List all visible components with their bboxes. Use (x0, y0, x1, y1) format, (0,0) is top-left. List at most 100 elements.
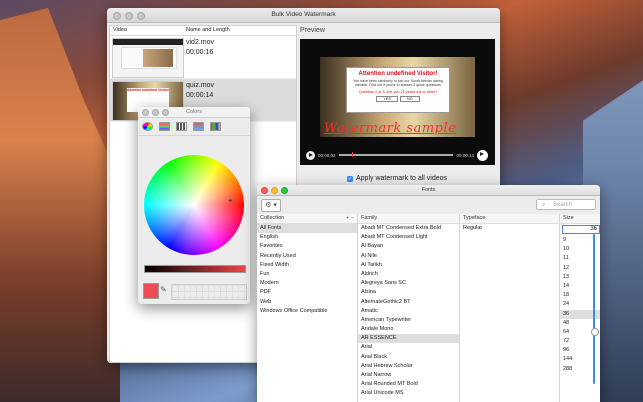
eyedropper-icon[interactable]: ✎ (160, 285, 167, 294)
font-family-item[interactable]: Arial Unicode MS (358, 389, 459, 398)
fonts-toolbar: ⚙ ▾ Search (257, 196, 600, 216)
font-search-input[interactable]: Search (536, 199, 596, 211)
color-wheel-icon[interactable] (142, 122, 153, 131)
selected-color-well[interactable] (143, 283, 159, 299)
collection-item[interactable]: Recently Used (257, 252, 357, 261)
video-row[interactable]: vid2.mov 00:00:16 (110, 36, 296, 79)
zoom-button[interactable] (137, 12, 145, 20)
video-name: quiz.mov (186, 82, 215, 89)
font-family-item[interactable]: AlternateGothic2 BT (358, 298, 459, 307)
time-current: 00:00:02 (318, 152, 336, 158)
font-family-item[interactable]: Arial Black (358, 353, 459, 362)
close-button[interactable] (142, 109, 149, 116)
apply-all-checkbox[interactable]: ✓ Apply watermark to all videos (347, 175, 447, 182)
colors-panel: Colors ⌖ ✎ (138, 107, 250, 304)
window-title: Bulk Video Watermark (271, 11, 336, 18)
watermark-text[interactable]: Watermark sample (324, 121, 456, 136)
font-family-item[interactable]: Andale Mono (358, 325, 459, 334)
font-size-slider[interactable] (591, 234, 599, 384)
dialog-heading: Attention undefined Visitor! (358, 71, 438, 77)
font-family-item[interactable]: Arial Narrow (358, 371, 459, 380)
window-controls (113, 12, 145, 20)
font-family-item[interactable]: AR ESSENCE (358, 334, 459, 344)
close-button[interactable] (113, 12, 121, 20)
video-name: vid2.mov (186, 39, 215, 46)
family-header: Family (358, 214, 459, 224)
checkmark-icon[interactable]: ✓ (347, 175, 353, 182)
collection-item[interactable]: Fixed Width (257, 261, 357, 270)
font-family-item[interactable]: American Typewriter (358, 316, 459, 325)
image-palettes-icon[interactable] (193, 122, 204, 131)
font-family-item[interactable]: Arial Rounded MT Bold (358, 380, 459, 389)
desktop-mountain (0, 8, 120, 402)
collection-item[interactable]: Modern (257, 279, 357, 288)
video-duration: 00:00:14 (186, 92, 214, 99)
fonts-title: Fonts (421, 187, 436, 193)
collection-item[interactable]: Windows Office Compatible (257, 307, 357, 316)
zoom-button[interactable] (162, 109, 169, 116)
preview-label: Preview (300, 27, 325, 34)
color-palettes-icon[interactable] (176, 122, 187, 131)
font-family-item[interactable]: Abadi MT Condensed Extra Bold (358, 224, 459, 233)
slider-knob[interactable] (591, 328, 599, 336)
collection-item[interactable]: Fun (257, 270, 357, 279)
fonts-titlebar: Fonts (257, 185, 600, 196)
font-family-item[interactable]: Alsina (358, 288, 459, 297)
video-preview[interactable]: Attention undefined Visitor! You have be… (300, 39, 495, 165)
font-family-item[interactable]: Arial Hebrew Scholar (358, 362, 459, 371)
fullscreen-icon[interactable] (477, 149, 488, 161)
typeface-column[interactable]: Typeface Regular (460, 214, 560, 402)
collection-column[interactable]: Collection + − All Fonts English Favorites… (257, 214, 358, 402)
size-column[interactable]: Size 36 9 10 11 12 13 14 18 24 36 48 64 72 96 144 288 (560, 214, 600, 402)
dialog-text: You have been randomly to join our South… (353, 79, 443, 88)
font-family-item[interactable]: Al Tarikh (358, 261, 459, 270)
color-swatches[interactable] (171, 284, 247, 300)
font-family-item[interactable]: Arial (358, 343, 459, 352)
font-family-item[interactable]: Al Nile (358, 252, 459, 261)
brightness-slider[interactable] (144, 265, 246, 273)
font-family-item[interactable]: Al Bayan (358, 242, 459, 251)
font-size-input[interactable]: 36 (562, 225, 600, 234)
play-icon[interactable] (306, 150, 315, 160)
video-list-header: Video Name and Length (110, 26, 296, 36)
minimize-button[interactable] (271, 187, 278, 194)
font-family-item[interactable]: Aldrich (358, 270, 459, 279)
collection-item[interactable]: Favorites (257, 242, 357, 251)
colors-title: Colors (186, 109, 202, 115)
color-mode-toolbar (138, 118, 250, 136)
time-total: 00:00:14 (456, 152, 474, 158)
font-family-item[interactable]: Alegreya Sans SC (358, 279, 459, 288)
main-titlebar: Bulk Video Watermark (107, 8, 500, 23)
column-name-and-length[interactable]: Name and Length (183, 26, 230, 35)
collection-item[interactable]: English (257, 233, 357, 242)
dialog-question: Question 1 of 3: Are you 21 years old or… (358, 89, 438, 94)
zoom-button[interactable] (281, 187, 288, 194)
playback-scrubber[interactable] (338, 152, 454, 158)
size-header: Size (560, 214, 600, 224)
collection-item[interactable]: PDF (257, 288, 357, 297)
minimize-button[interactable] (125, 12, 133, 20)
collection-item[interactable]: All Fonts (257, 224, 357, 234)
dialog-no: NO (399, 95, 420, 102)
typeface-item[interactable]: Regular (460, 224, 559, 233)
video-dialog: Attention undefined Visitor! You have be… (346, 67, 450, 113)
dialog-yes: YES (376, 95, 398, 102)
collection-item[interactable]: Web (257, 298, 357, 307)
font-family-item[interactable]: Amatic (358, 307, 459, 316)
crayons-icon[interactable] (210, 122, 221, 131)
video-thumbnail (112, 38, 184, 78)
minimize-button[interactable] (152, 109, 159, 116)
gear-icon[interactable]: ⚙ ▾ (261, 199, 281, 212)
crosshair-icon[interactable]: ⌖ (228, 196, 233, 206)
color-sliders-icon[interactable] (159, 122, 170, 131)
typeface-header: Typeface (460, 214, 559, 224)
font-family-item[interactable]: Abadi MT Condensed Light (358, 233, 459, 242)
family-column[interactable]: Family Abadi MT Condensed Extra Bold Abad… (358, 214, 460, 402)
colors-titlebar: Colors (138, 107, 250, 118)
close-button[interactable] (261, 187, 268, 194)
fonts-panel: Fonts ⚙ ▾ Search Collection + − All Font… (257, 185, 600, 402)
column-video[interactable]: Video (110, 26, 183, 35)
video-duration: 00:00:16 (186, 49, 214, 56)
add-remove-collection-icon[interactable]: + − (346, 214, 354, 223)
apply-all-label: Apply watermark to all videos (356, 175, 448, 182)
